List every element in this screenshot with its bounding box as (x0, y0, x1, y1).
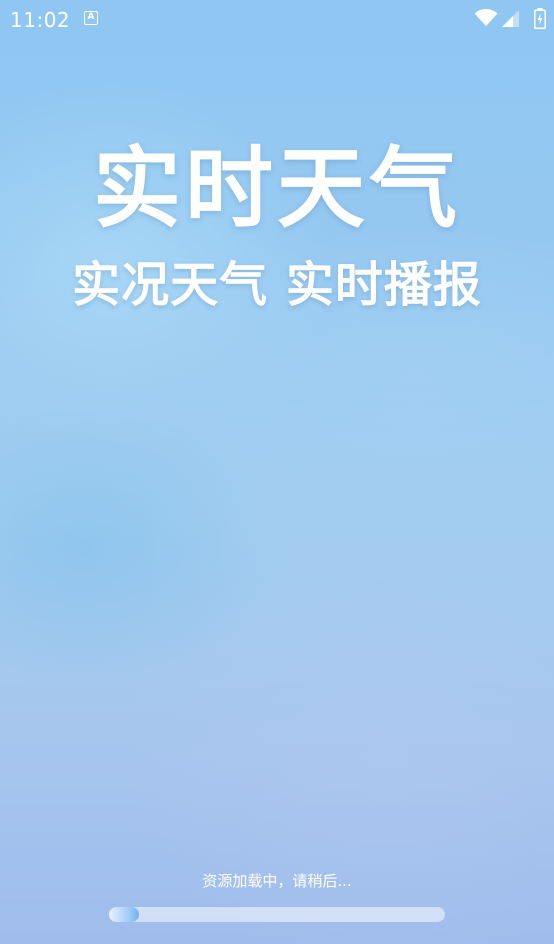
loading-progress-fill (109, 907, 140, 922)
cellular-signal-icon (502, 10, 519, 27)
loading-status-text: 资源加载中，请稍后... (202, 872, 352, 890)
app-headline: 实时天气 (92, 137, 461, 240)
status-bar: 11:02 A (0, 0, 554, 38)
battery-charging-icon (534, 8, 546, 29)
app-subheadline: 实况天气 实时播报 (72, 257, 482, 313)
status-time: 11:02 (10, 8, 71, 32)
notification-a-icon: A (84, 11, 98, 25)
wifi-icon (474, 9, 498, 26)
loading-progress-bar (109, 907, 445, 922)
